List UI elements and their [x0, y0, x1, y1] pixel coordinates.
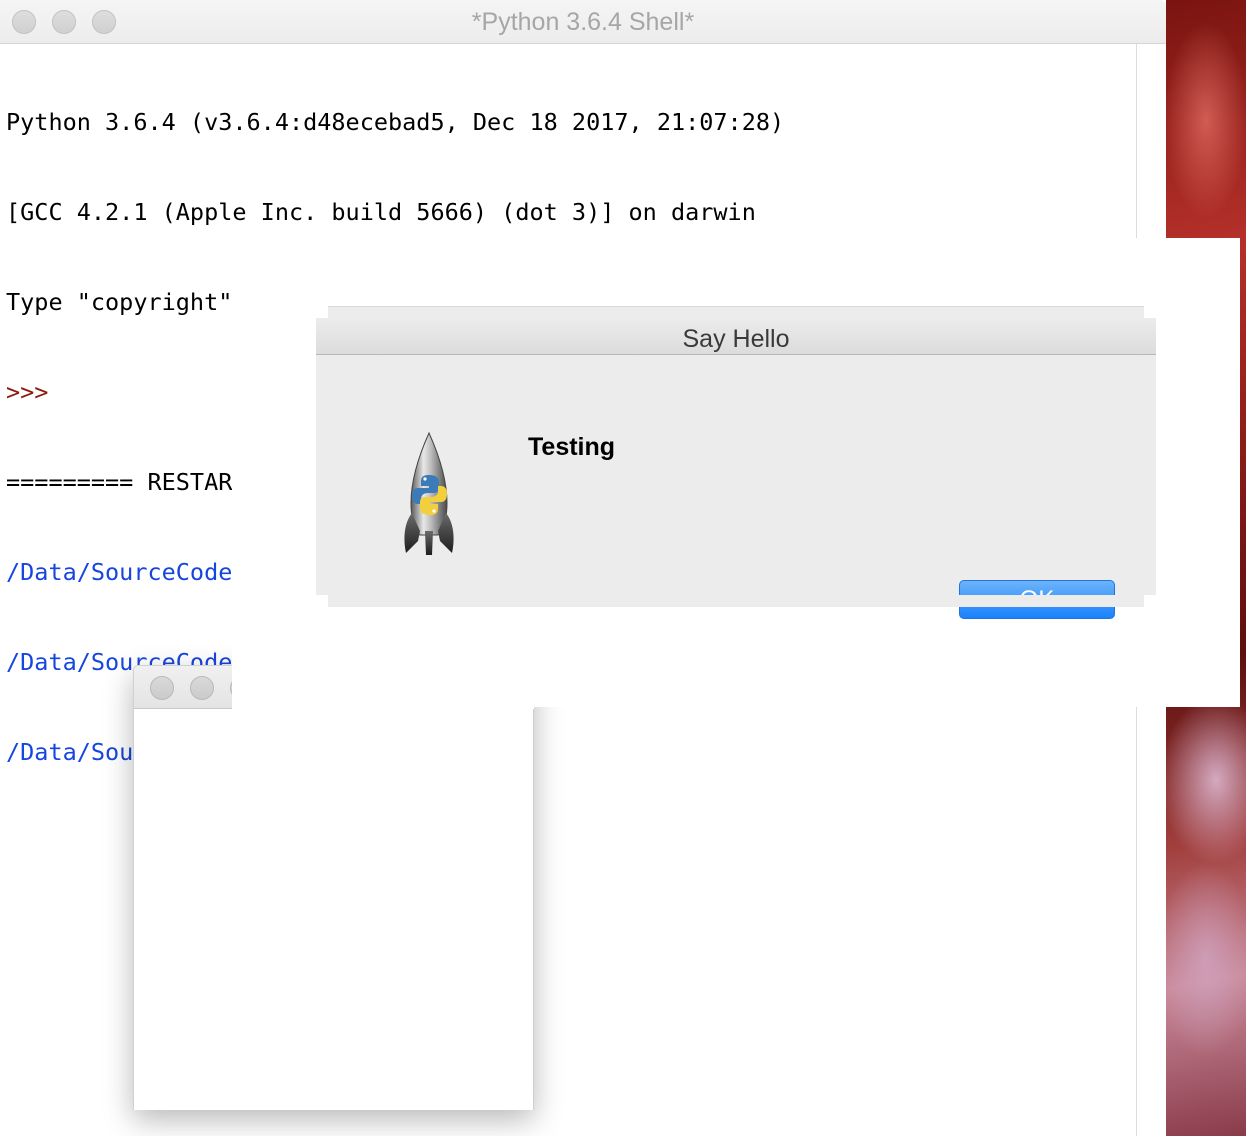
dialog-titlebar[interactable]: Say Hello — [316, 318, 1156, 355]
say-hello-dialog: Say Hello Testing — [316, 306, 1156, 619]
tk-window-canvas[interactable] — [133, 709, 534, 1110]
python-launcher-rocket-icon — [404, 431, 454, 555]
dialog-title: Say Hello — [682, 325, 790, 353]
dialog-message: Testing — [528, 433, 616, 461]
shell-line-gcc: [GCC 4.2.1 (Apple Inc. build 5666) (dot … — [6, 198, 756, 226]
dialog-body: Testing OK — [316, 355, 1156, 619]
shell-titlebar[interactable]: *Python 3.6.4 Shell* — [0, 0, 1166, 44]
tk-root-window — [133, 665, 534, 1110]
tk-minimize-window-button[interactable] — [190, 676, 214, 700]
tk-close-window-button[interactable] — [150, 676, 174, 700]
shell-window-title: *Python 3.6.4 Shell* — [471, 8, 695, 36]
dialog-bottom-edge — [328, 595, 1144, 607]
tk-window-titlebar[interactable] — [133, 665, 232, 709]
shell-line-version: Python 3.6.4 (v3.6.4:d48ecebad5, Dec 18 … — [6, 108, 785, 136]
